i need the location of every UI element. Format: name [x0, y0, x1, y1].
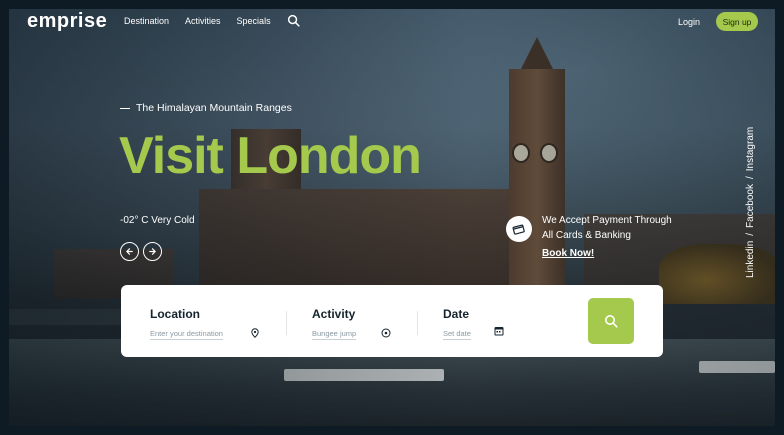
- target-icon: [381, 328, 391, 338]
- location-field[interactable]: Location Enter your destination: [150, 305, 223, 341]
- location-label: Location: [150, 307, 200, 322]
- social-links: Linkedin / Facebook / Instagram: [745, 108, 757, 278]
- nav-specials[interactable]: Specials: [237, 16, 271, 26]
- weather-readout: -02° C Very Cold: [120, 215, 195, 226]
- login-link[interactable]: Login: [678, 17, 700, 27]
- activity-field[interactable]: Activity Bungee jump: [312, 305, 357, 341]
- payment-icon-badge: [506, 216, 532, 242]
- page-title: Visit London: [119, 127, 422, 185]
- eyebrow-text: The Himalayan Mountain Ranges: [136, 102, 292, 114]
- next-slide-button[interactable]: [143, 242, 162, 261]
- date-field[interactable]: Date Set date: [443, 305, 471, 341]
- brand-logo[interactable]: emprise: [27, 10, 107, 33]
- calendar-icon: [494, 327, 504, 336]
- activity-label: Activity: [312, 307, 356, 322]
- book-now-link[interactable]: Book Now!: [542, 248, 594, 259]
- prev-slide-button[interactable]: [120, 242, 139, 261]
- date-label: Date: [443, 307, 470, 322]
- arrow-right-icon: [149, 248, 156, 255]
- date-input[interactable]: Set date: [443, 329, 471, 340]
- search-button[interactable]: [588, 298, 634, 344]
- social-separator: /: [745, 232, 756, 236]
- field-divider: [286, 311, 287, 335]
- field-divider: [417, 311, 418, 335]
- payment-text: We Accept Payment Through: [542, 215, 672, 226]
- nav-destination[interactable]: Destination: [124, 16, 169, 26]
- social-linkedin[interactable]: Linkedin: [745, 241, 756, 278]
- signup-button[interactable]: Sign up: [716, 12, 758, 31]
- main-nav: Destination Activities Specials: [124, 16, 271, 26]
- payment-text: All Cards & Banking: [542, 230, 631, 241]
- social-instagram[interactable]: Instagram: [745, 127, 756, 171]
- location-input[interactable]: Enter your destination: [150, 329, 223, 340]
- nav-activities[interactable]: Activities: [185, 16, 221, 26]
- credit-card-icon: [512, 224, 525, 235]
- search-icon[interactable]: [287, 14, 300, 27]
- activity-input[interactable]: Bungee jump: [312, 329, 357, 340]
- hero-eyebrow: The Himalayan Mountain Ranges: [120, 102, 292, 114]
- map-pin-icon: [251, 328, 259, 338]
- search-icon: [605, 315, 618, 328]
- social-facebook[interactable]: Facebook: [745, 184, 756, 228]
- booking-search-card: Location Enter your destination Activity…: [121, 285, 663, 357]
- social-separator: /: [745, 176, 756, 180]
- dash-icon: [120, 107, 130, 109]
- arrow-left-icon: [126, 248, 133, 255]
